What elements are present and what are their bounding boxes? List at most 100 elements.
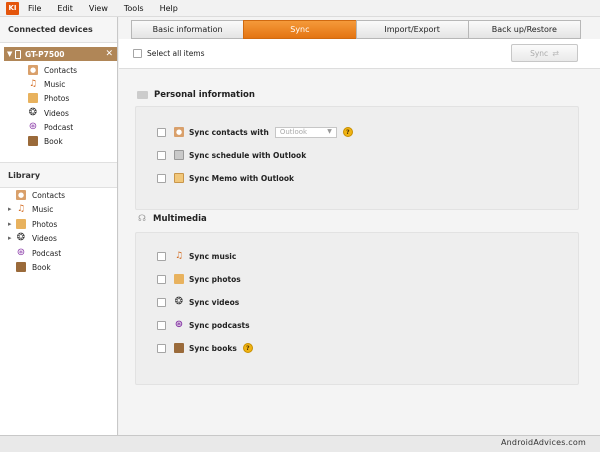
headphones-icon: ☊ (138, 214, 146, 224)
library-item-book[interactable]: Book (8, 260, 51, 274)
library-item-videos[interactable]: ▸ ❂ Videos (8, 231, 57, 245)
chevron-right-icon[interactable]: ▸ (8, 220, 16, 228)
sync-videos-label: Sync videos (189, 297, 240, 307)
watermark-text: AndroidAdvices.com (500, 438, 586, 447)
menu-tools[interactable]: Tools (121, 4, 157, 13)
device-item[interactable]: ▼ GT-P7500 ✕ (4, 47, 117, 61)
tree-label: Podcast (44, 122, 74, 132)
library-item-music[interactable]: ▸ ♫ Music (8, 202, 53, 216)
sync-button[interactable]: Sync ⇄ (511, 44, 578, 62)
podcast-icon: ⊛ (16, 247, 26, 258)
sync-photos-label: Sync photos (189, 274, 241, 284)
library-item-photos[interactable]: ▸ Photos (8, 217, 57, 231)
chevron-right-icon[interactable]: ▸ (8, 205, 16, 213)
contacts-icon: ● (16, 190, 26, 200)
close-icon[interactable]: ✕ (105, 49, 113, 59)
tree-label: Photos (32, 219, 58, 229)
help-icon[interactable]: ? (342, 127, 353, 137)
sync-arrows-icon: ⇄ (552, 48, 559, 58)
book-icon (174, 343, 184, 353)
status-bar: AndroidAdvices.com (0, 435, 600, 452)
sync-memo-label: Sync Memo with Outlook (189, 173, 295, 183)
chevron-right-icon[interactable]: ▸ (8, 234, 16, 242)
personal-info-title: Personal information (154, 90, 255, 100)
select-all-label: Select all items (147, 49, 205, 58)
select-all-checkbox[interactable] (133, 49, 142, 58)
device-item-podcast[interactable]: ⊛ Podcast (28, 120, 73, 134)
contacts-icon: ● (28, 65, 38, 75)
multimedia-heading: ☊ Multimedia (137, 214, 207, 224)
book-icon (28, 136, 38, 146)
sync-podcasts-checkbox[interactable] (157, 320, 166, 330)
menu-view[interactable]: View (86, 4, 121, 13)
sync-schedule-checkbox[interactable] (157, 150, 166, 160)
tree-label: Videos (32, 233, 57, 243)
tab-sync[interactable]: Sync (243, 20, 357, 39)
contacts-target-value: Outlook (279, 128, 308, 136)
contacts-icon: ● (174, 127, 184, 137)
personal-info-heading: Personal information (137, 90, 255, 100)
sync-contacts-checkbox[interactable] (157, 127, 166, 137)
device-item-book[interactable]: Book (28, 134, 63, 148)
sync-contacts-label: Sync contacts with (189, 127, 269, 137)
tree-label: Book (44, 136, 63, 146)
library-item-podcast[interactable]: ⊛ Podcast (8, 246, 61, 260)
sync-memo-checkbox[interactable] (157, 173, 166, 183)
sync-books-checkbox[interactable] (157, 343, 166, 353)
contact-card-icon (137, 91, 148, 99)
sync-music-checkbox[interactable] (157, 251, 166, 261)
sync-schedule-row[interactable]: Sync schedule with Outlook (157, 148, 306, 162)
sync-books-row[interactable]: Sync books ? (157, 341, 253, 355)
memo-icon (174, 173, 184, 183)
sync-contacts-row[interactable]: ● Sync contacts with Outlook ▼ ? (157, 125, 353, 139)
app-logo-icon: KI (6, 1, 19, 15)
music-icon: ♫ (174, 251, 184, 261)
calendar-icon (174, 150, 184, 160)
device-item-videos[interactable]: ❂ Videos (28, 106, 69, 120)
device-item-music[interactable]: ♫ Music (28, 77, 65, 91)
tab-backup-restore[interactable]: Back up/Restore (467, 20, 581, 39)
select-all-row[interactable]: Select all items (133, 49, 205, 58)
library-item-contacts[interactable]: ● Contacts (8, 188, 65, 202)
tab-import-export[interactable]: Import/Export (355, 20, 469, 39)
photos-icon (174, 274, 184, 284)
photos-icon (16, 219, 26, 229)
device-item-photos[interactable]: Photos (28, 91, 69, 105)
sync-music-row[interactable]: ♫ Sync music (157, 249, 236, 263)
phone-icon (15, 49, 21, 59)
film-reel-icon: ❂ (16, 232, 26, 243)
sync-button-label: Sync (530, 48, 549, 58)
menu-help[interactable]: Help (157, 4, 191, 13)
help-icon[interactable]: ? (242, 343, 253, 353)
multimedia-panel: ♫ Sync music Sync photos ❂ Sync videos ⊛… (135, 232, 579, 385)
sync-books-label: Sync books (189, 343, 237, 353)
music-icon: ♫ (28, 79, 38, 89)
connected-devices-title: Connected devices (0, 17, 117, 43)
sync-music-label: Sync music (189, 251, 237, 261)
photos-icon (28, 93, 38, 103)
menu-file[interactable]: File (25, 4, 54, 13)
sync-videos-row[interactable]: ❂ Sync videos (157, 295, 239, 309)
sync-videos-checkbox[interactable] (157, 297, 166, 307)
sync-podcasts-row[interactable]: ⊛ Sync podcasts (157, 318, 250, 332)
menu-edit[interactable]: Edit (54, 4, 86, 13)
tree-label: Music (44, 79, 66, 89)
book-icon (16, 262, 26, 272)
library-title: Library (0, 162, 117, 188)
film-reel-icon: ❂ (28, 107, 38, 118)
sync-podcasts-label: Sync podcasts (189, 320, 250, 330)
personal-info-panel: ● Sync contacts with Outlook ▼ ? Sync sc… (135, 106, 579, 210)
chevron-down-icon[interactable]: ▼ (7, 50, 15, 58)
sync-photos-row[interactable]: Sync photos (157, 272, 241, 286)
sync-memo-row[interactable]: Sync Memo with Outlook (157, 171, 294, 185)
sync-photos-checkbox[interactable] (157, 274, 166, 284)
contacts-target-dropdown[interactable]: Outlook ▼ (274, 126, 337, 138)
device-item-contacts[interactable]: ● Contacts (28, 63, 77, 77)
chevron-down-icon: ▼ (327, 127, 332, 135)
tab-basic-information[interactable]: Basic information (131, 20, 245, 39)
device-name: GT-P7500 (25, 49, 65, 59)
film-reel-icon: ❂ (174, 296, 184, 307)
music-icon: ♫ (16, 204, 26, 214)
tree-label: Contacts (44, 65, 78, 75)
tree-label: Photos (44, 93, 70, 103)
